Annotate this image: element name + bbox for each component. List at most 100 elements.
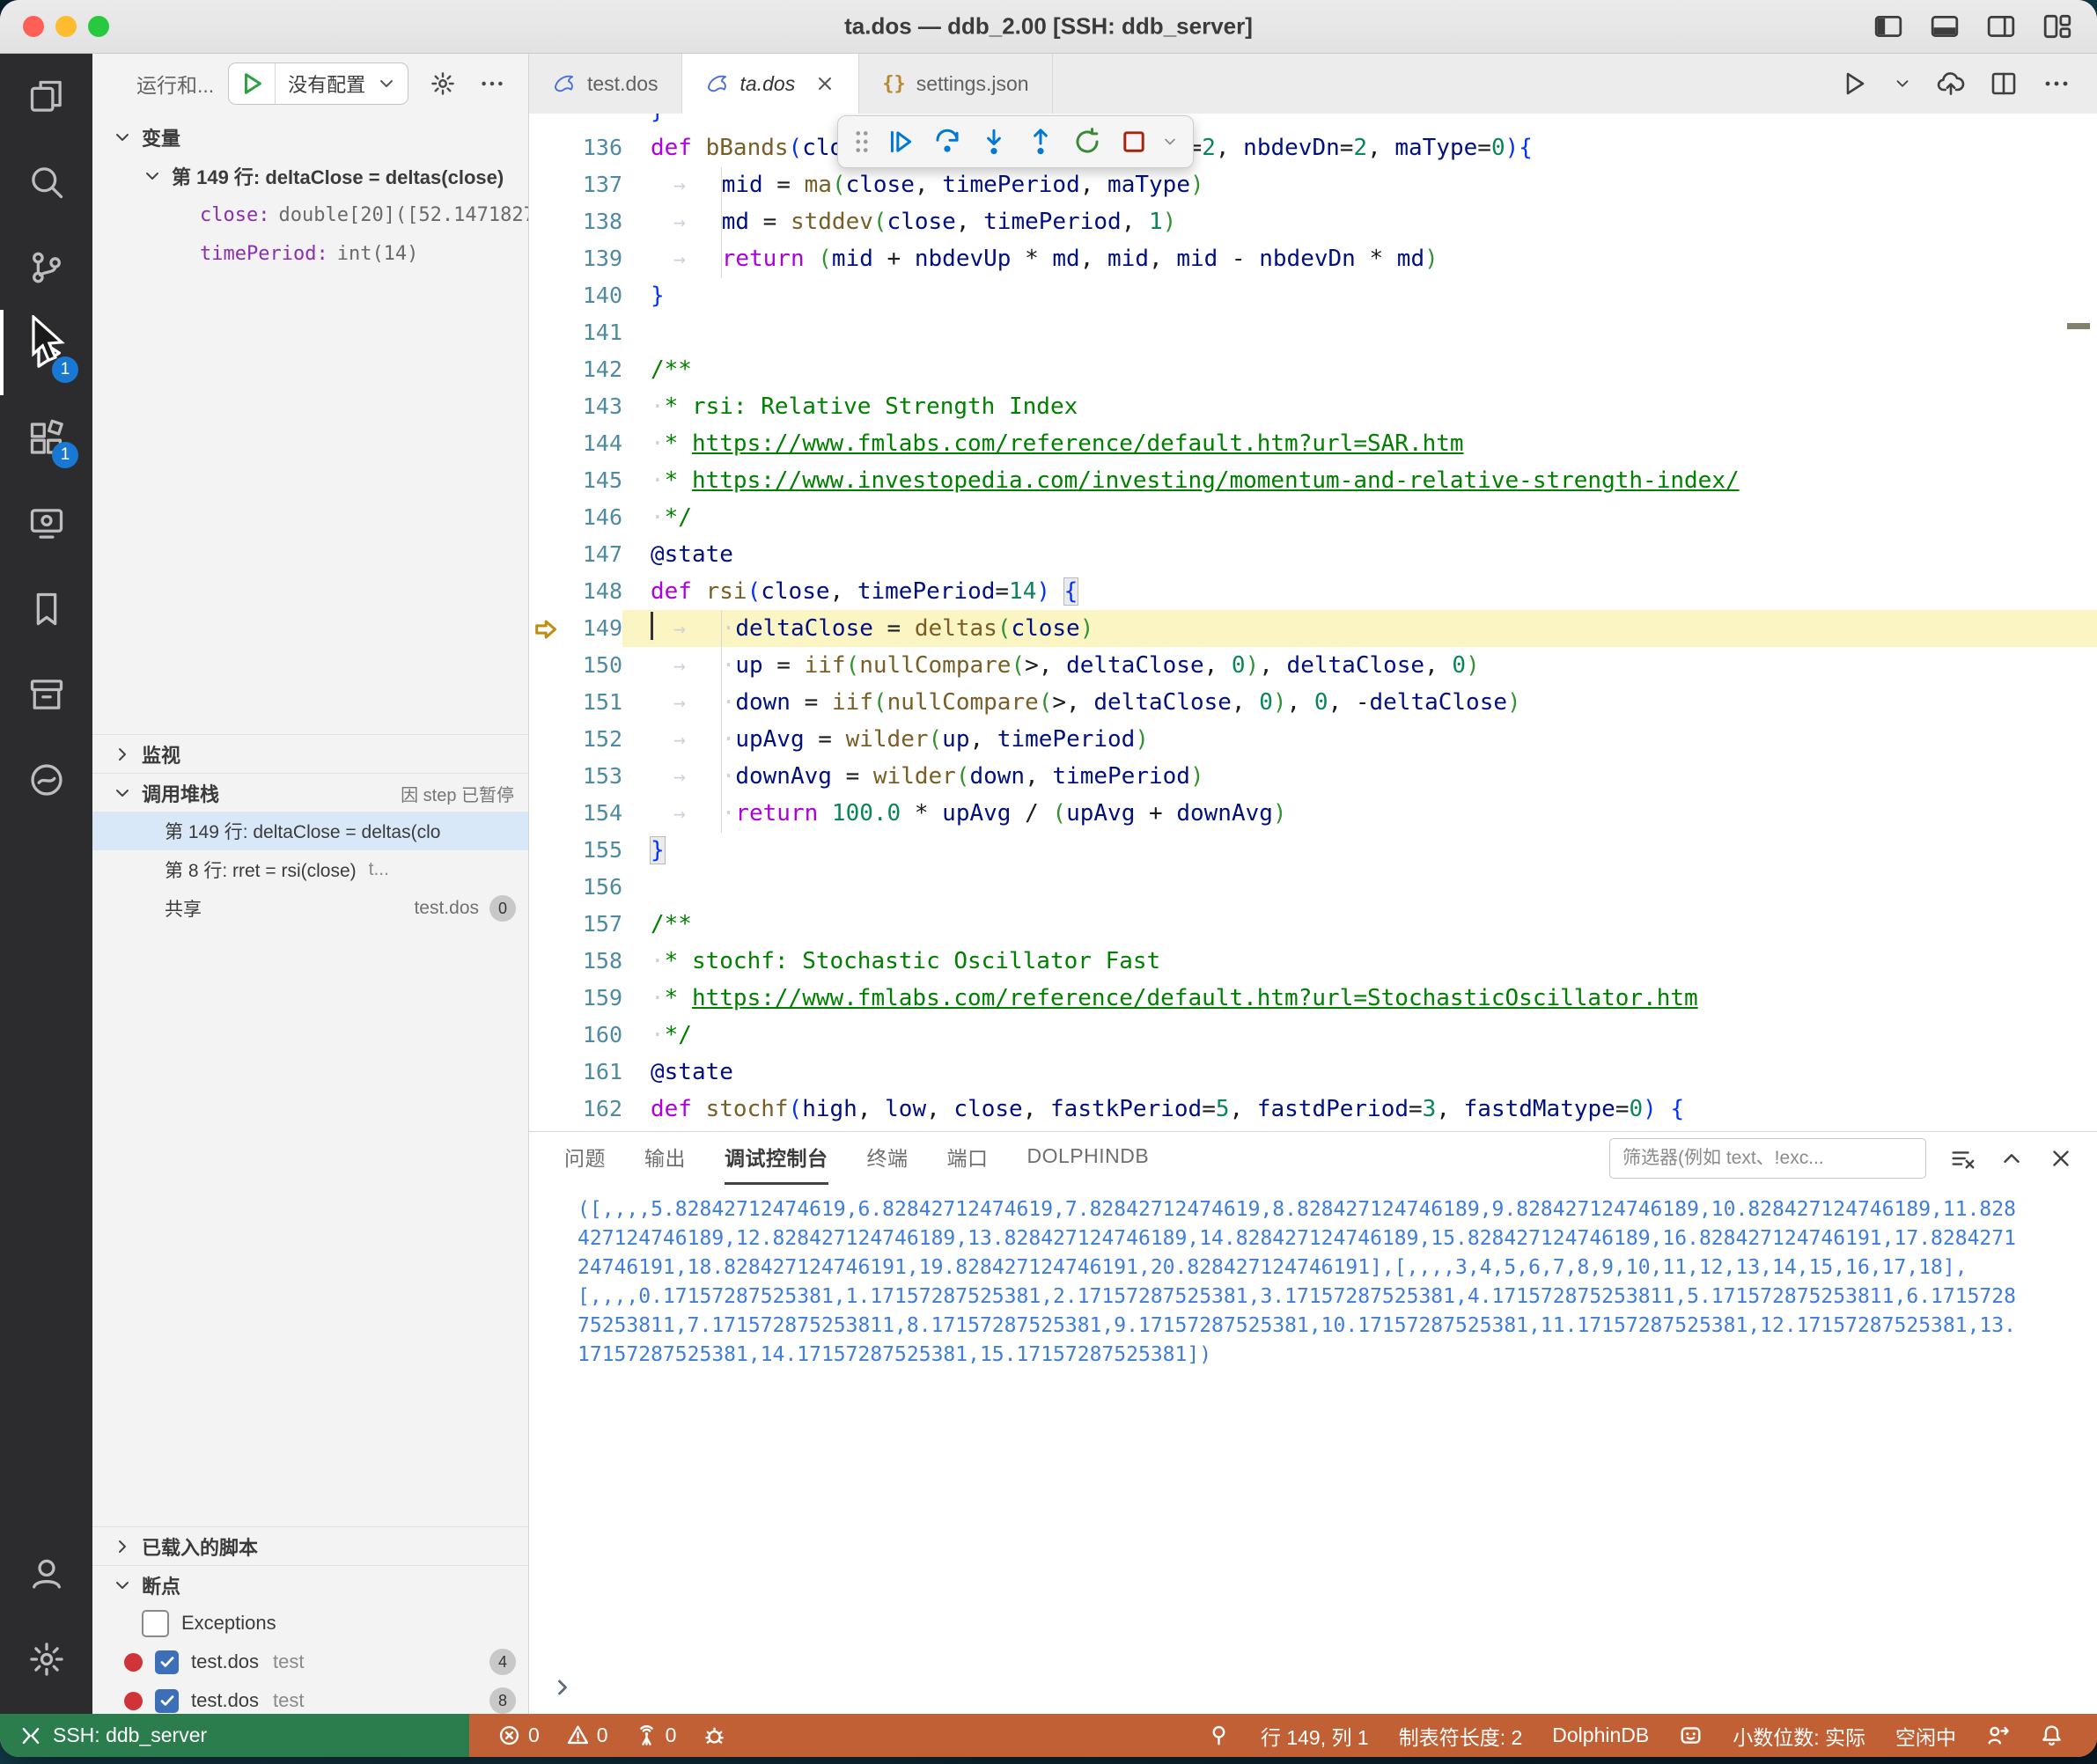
loaded-scripts-section-header[interactable]: 已载入的脚本 [92,1526,528,1566]
code-line[interactable]: 160·*/ [529,1017,2097,1054]
code-line[interactable]: 137→mid = ma(close, timePeriod, maType) [529,166,2097,203]
close-panel-icon[interactable] [2048,1145,2074,1172]
code-line[interactable]: 145·* https://www.investopedia.com/inves… [529,462,2097,499]
gear-icon[interactable] [430,70,456,97]
code-line[interactable]: 155} [529,832,2097,869]
code-line[interactable]: 151→·down = iif(nullCompare(>, deltaClos… [529,684,2097,721]
code-line[interactable]: 140} [529,277,2097,314]
step-over-icon[interactable] [928,122,967,161]
status-item-radio-tower[interactable]: 0 [635,1724,677,1747]
breakpoint-margin[interactable] [529,610,566,647]
breakpoint-margin[interactable] [529,573,566,610]
breakpoint-margin[interactable] [529,906,566,943]
code-line[interactable]: 142/** [529,351,2097,388]
status-item[interactable]: 制表符长度: 2 [1399,1721,1523,1751]
breakpoint-margin[interactable] [529,1017,566,1054]
breakpoint-margin[interactable] [529,499,566,536]
breakpoint-margin[interactable] [529,425,566,462]
breakpoint-margin[interactable] [529,536,566,573]
code-line[interactable]: 159·* https://www.fmlabs.com/reference/d… [529,980,2097,1017]
breakpoint-row[interactable]: test.dostest8 [92,1681,528,1714]
code-line[interactable]: 139→return (mid + nbdevUp * md, mid, mid… [529,240,2097,277]
code-line[interactable]: 150→·up = iif(nullCompare(>, deltaClose,… [529,647,2097,684]
start-debug-button[interactable] [229,63,276,104]
activity-item-files[interactable] [0,54,92,139]
breakpoint-row[interactable]: test.dostest4 [92,1643,528,1681]
activity-item-source-control[interactable] [0,224,92,310]
tab-ta.dos[interactable]: ta.dos [682,54,860,114]
breakpoint-margin[interactable] [529,388,566,425]
panel-tab-终端[interactable]: 终端 [867,1131,909,1185]
breakpoint-margin[interactable] [529,166,566,203]
code-line[interactable]: 148def rsi(close, timePeriod=14) { [529,573,2097,610]
close-icon[interactable] [814,73,835,94]
code-line[interactable]: 157/** [529,906,2097,943]
status-item-dolphin-face[interactable] [1679,1724,1703,1747]
panel-tab-端口[interactable]: 端口 [947,1131,989,1185]
code-line[interactable]: 162def stochf(high, low, close, fastkPer… [529,1091,2097,1128]
layout-customize-icon[interactable] [2042,11,2072,41]
breakpoint-margin[interactable] [529,684,566,721]
code-line[interactable]: 153→·downAvg = wilder(down, timePeriod) [529,758,2097,795]
chevron-down-icon[interactable] [1893,74,1912,93]
activity-item-archive[interactable] [0,651,92,737]
chevron-down-icon[interactable] [1161,133,1181,151]
status-item-feedback[interactable] [1986,1724,2010,1747]
stop-icon[interactable] [1115,122,1153,161]
zoom-window-button[interactable] [88,16,109,37]
code-line[interactable]: 136def bBands(close, timePeriod=5, nbdev… [529,129,2097,166]
callstack-frame[interactable]: 共享test.dos0 [92,889,528,928]
code-line[interactable]: 141 [529,314,2097,351]
callstack-frame[interactable]: 第 8 行: rret = rsi(close)t... [92,850,528,889]
variables-scope-row[interactable]: 第 149 行: deltaClose = deltas(close) [92,157,528,195]
tab-settings.json[interactable]: {}settings.json [859,54,1052,114]
status-item-bug[interactable] [703,1724,726,1747]
breakpoint-margin[interactable] [529,943,566,980]
variable-row[interactable]: close:double[20]([52.14718279… [92,195,528,234]
breakpoint-margin[interactable] [529,240,566,277]
breakpoint-margin[interactable] [529,1054,566,1091]
breakpoint-margin[interactable] [529,114,566,129]
variables-section-header[interactable]: 变量 [92,118,528,157]
continue-icon[interactable] [881,122,920,161]
watch-section-header[interactable]: 监视 [92,734,528,774]
breakpoint-margin[interactable] [529,351,566,388]
breakpoint-checkbox[interactable] [155,1689,179,1713]
status-item[interactable]: DolphinDB [1552,1724,1649,1747]
launch-config-label[interactable]: 没有配置 [276,70,376,98]
breakpoint-margin[interactable] [529,647,566,684]
activity-item-gear[interactable] [0,1616,92,1702]
panel-tab-问题[interactable]: 问题 [564,1131,606,1185]
code-line[interactable]: 161@state [529,1054,2097,1091]
exceptions-breakpoint-row[interactable]: Exceptions [92,1604,528,1643]
breakpoint-margin[interactable] [529,758,566,795]
breakpoint-margin[interactable] [529,980,566,1017]
more-icon[interactable] [2042,70,2071,98]
activity-item-search[interactable] [0,139,92,224]
split-editor-icon[interactable] [1990,70,2018,98]
code-link[interactable]: https://www.fmlabs.com/reference/default… [692,430,1464,457]
code-line[interactable]: 158·* stochf: Stochastic Oscillator Fast [529,943,2097,980]
code-line[interactable]: 152→·upAvg = wilder(up, timePeriod) [529,721,2097,758]
status-item[interactable]: 行 149, 列 1 [1261,1721,1369,1751]
layout-panel-icon[interactable] [1930,11,1960,41]
code-line[interactable]: 154→·return 100.0 * upAvg / (upAvg + dow… [529,795,2097,832]
code-editor[interactable]: }136def bBands(close, timePeriod=5, nbde… [529,114,2097,1131]
minimize-window-button[interactable] [55,16,77,37]
code-line[interactable]: 147@state [529,536,2097,573]
restart-icon[interactable] [1068,122,1107,161]
breakpoint-margin[interactable] [529,314,566,351]
status-item-warning[interactable]: 0 [566,1724,608,1747]
breakpoint-checkbox[interactable] [155,1650,179,1674]
step-into-icon[interactable] [975,122,1013,161]
clear-console-icon[interactable] [1949,1145,1976,1172]
breakpoints-section-header[interactable]: 断点 [92,1565,528,1605]
code-line[interactable]: } [529,114,2097,129]
breakpoint-margin[interactable] [529,277,566,314]
activity-item-bookmark[interactable] [0,566,92,651]
panel-tab-DOLPHINDB[interactable]: DOLPHINDB [1027,1131,1150,1185]
breakpoint-margin[interactable] [529,795,566,832]
callstack-frame[interactable]: 第 149 行: deltaClose = deltas(clo [92,812,528,850]
activity-item-account[interactable] [0,1531,92,1616]
editor-scrollbar[interactable] [2079,114,2097,1131]
